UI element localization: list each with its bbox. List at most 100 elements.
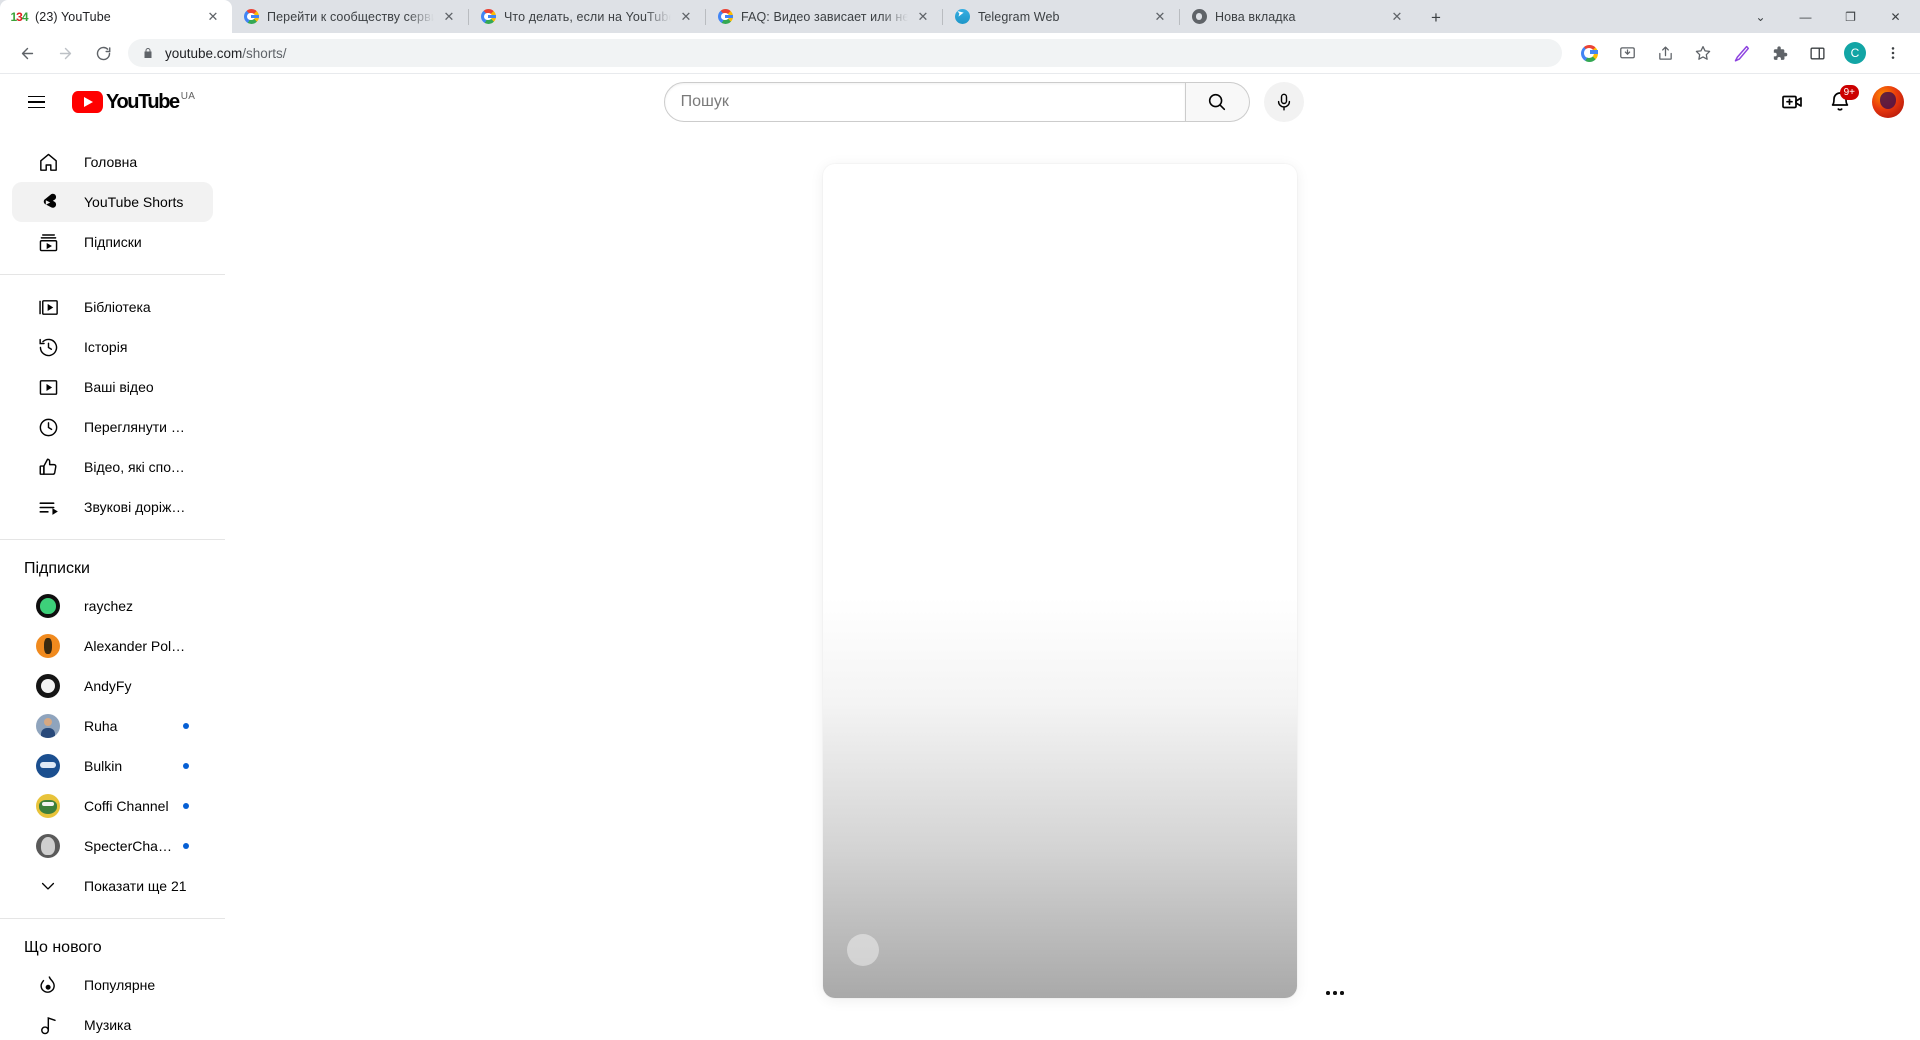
search-box[interactable] xyxy=(663,82,1186,122)
address-bar[interactable]: youtube.com/shorts/ xyxy=(128,39,1562,67)
url-host: youtube.com xyxy=(165,45,243,61)
shorts-loading-gradient xyxy=(823,597,1297,998)
youtube-counter-icon: 134 xyxy=(10,9,28,24)
sidebar-item-label: Популярне xyxy=(84,977,156,993)
youtube-play-icon xyxy=(72,91,103,113)
tab-close-icon[interactable]: ✕ xyxy=(677,8,695,26)
browser-tab-community[interactable]: Перейти к сообществу сервиса ✕ xyxy=(232,0,468,33)
country-code: UA xyxy=(180,91,196,102)
back-icon[interactable] xyxy=(13,39,41,67)
browser-chrome: 134 (23) YouTube ✕ Перейти к сообществу … xyxy=(0,0,1920,74)
browser-tab-telegram[interactable]: Telegram Web ✕ xyxy=(943,0,1179,33)
sidebar-item-trending[interactable]: Популярне xyxy=(12,965,213,1005)
search-button[interactable] xyxy=(1185,82,1250,122)
avatar: C xyxy=(1844,42,1866,64)
tab-close-icon[interactable]: ✕ xyxy=(440,8,458,26)
tab-close-icon[interactable]: ✕ xyxy=(204,8,222,26)
sidebar-item-label: Звукові доріжки з … xyxy=(84,499,189,515)
avatar xyxy=(36,634,60,658)
sidebar-item-liked-videos[interactable]: Відео, які сподоба… xyxy=(12,447,213,487)
sidebar-item-channel-coffi[interactable]: Coffi Channel xyxy=(12,786,213,826)
masthead-center xyxy=(195,82,1772,122)
new-tab-button[interactable]: + xyxy=(1422,3,1450,31)
shorts-icon xyxy=(36,190,60,214)
sidebar-item-history[interactable]: Історія xyxy=(12,327,213,367)
browser-tab-newtab[interactable]: Нова вкладка ✕ xyxy=(1180,0,1416,33)
guide-menu-icon[interactable] xyxy=(16,82,56,122)
bookmark-star-icon[interactable] xyxy=(1689,39,1717,67)
sidebar-divider xyxy=(0,274,225,275)
sidebar-item-watch-later[interactable]: Переглянути пізні… xyxy=(12,407,213,447)
extensions-puzzle-icon[interactable] xyxy=(1765,39,1793,67)
sidebar-item-label: Ваші відео xyxy=(84,379,154,395)
watch-later-icon xyxy=(36,415,60,439)
shorts-stage xyxy=(225,130,1920,1040)
notifications-icon[interactable]: 9+ xyxy=(1820,82,1860,122)
url-path: /shorts/ xyxy=(242,45,287,61)
sidebar-item-music[interactable]: Музика xyxy=(12,1005,213,1040)
sidebar-item-channel-andyfy[interactable]: AndyFy xyxy=(12,666,213,706)
sidebar-item-library[interactable]: Бібліотека xyxy=(12,287,213,327)
sidebar-item-channel-bulkin[interactable]: Bulkin xyxy=(12,746,213,786)
reload-icon[interactable] xyxy=(89,39,117,67)
sidebar-show-more-button[interactable]: Показати ще 21 xyxy=(12,866,213,906)
sidebar-item-label: SpecterChannel xyxy=(84,838,175,854)
sidebar-item-your-videos[interactable]: Ваші відео xyxy=(12,367,213,407)
chrome-menu-icon[interactable] xyxy=(1879,39,1907,67)
sidebar-item-subscriptions[interactable]: Підписки xyxy=(12,222,213,262)
sidebar-item-shorts[interactable]: YouTube Shorts xyxy=(12,182,213,222)
voice-search-button[interactable] xyxy=(1263,82,1304,122)
masthead-start: YouTube UA xyxy=(16,82,195,122)
browser-tab-whattodo[interactable]: Что делать, если на YouTube по ✕ xyxy=(469,0,705,33)
tab-search-icon[interactable]: ⌄ xyxy=(1738,1,1783,33)
close-window-button[interactable]: ✕ xyxy=(1873,1,1918,33)
history-icon xyxy=(36,335,60,359)
side-panel-icon[interactable] xyxy=(1803,39,1831,67)
pen-annotate-icon[interactable] xyxy=(1727,39,1755,67)
sidebar-item-channel-alexander-polyak[interactable]: Alexander PolyAK xyxy=(12,626,213,666)
sidebar-item-channel-specter[interactable]: SpecterChannel xyxy=(12,826,213,866)
google-lens-icon[interactable] xyxy=(1575,39,1603,67)
youtube-wordmark: YouTube xyxy=(106,91,180,113)
forward-icon[interactable] xyxy=(51,39,79,67)
youtube-logo[interactable]: YouTube UA xyxy=(72,91,195,113)
sidebar-item-playlist[interactable]: Звукові доріжки з … xyxy=(12,487,213,527)
site-information-icon[interactable] xyxy=(142,47,154,59)
tab-close-icon[interactable]: ✕ xyxy=(1388,8,1406,26)
minimize-button[interactable]: — xyxy=(1783,1,1828,33)
sidebar-item-label: raychez xyxy=(84,598,134,614)
maximize-button[interactable]: ❐ xyxy=(1828,1,1873,33)
share-icon[interactable] xyxy=(1651,39,1679,67)
tab-title: Нова вкладка xyxy=(1215,9,1296,24)
sidebar-item-label: Історія xyxy=(84,339,128,355)
tab-title: Telegram Web xyxy=(978,9,1060,24)
guide-sidebar[interactable]: Головна YouTube Shorts Підписки Бібліоте… xyxy=(0,130,225,1040)
sidebar-divider xyxy=(0,918,225,919)
google-icon xyxy=(480,9,496,25)
sidebar-item-label: Bulkin xyxy=(84,758,123,774)
tab-close-icon[interactable]: ✕ xyxy=(1151,8,1169,26)
sidebar-item-channel-ruha[interactable]: Ruha xyxy=(12,706,213,746)
tab-close-icon[interactable]: ✕ xyxy=(914,8,932,26)
create-video-icon[interactable] xyxy=(1772,82,1812,122)
search-input[interactable] xyxy=(680,83,1185,121)
browser-tab-youtube[interactable]: 134 (23) YouTube ✕ xyxy=(0,0,232,33)
account-avatar[interactable] xyxy=(1872,86,1904,118)
youtube-body: Головна YouTube Shorts Підписки Бібліоте… xyxy=(0,130,1920,1040)
install-app-icon[interactable] xyxy=(1613,39,1641,67)
tab-title: Что делать, если на YouTube по xyxy=(504,9,671,24)
tab-title: FAQ: Видео зависает или не з xyxy=(741,9,908,24)
sidebar-item-label: Coffi Channel xyxy=(84,798,169,814)
sidebar-item-label: AndyFy xyxy=(84,678,132,694)
more-actions-icon[interactable] xyxy=(1317,975,1353,1011)
telegram-icon xyxy=(954,9,970,25)
sidebar-item-label: Головна xyxy=(84,154,138,170)
sidebar-item-home[interactable]: Головна xyxy=(12,142,213,182)
sidebar-item-label: Ruha xyxy=(84,718,118,734)
profile-avatar-button[interactable]: C xyxy=(1841,39,1869,67)
sidebar-item-label: Переглянути пізні… xyxy=(84,419,189,435)
shorts-video-placeholder[interactable] xyxy=(823,164,1297,998)
browser-tab-faq[interactable]: FAQ: Видео зависает или не з ✕ xyxy=(706,0,942,33)
sidebar-item-channel-raychez[interactable]: raychez xyxy=(12,586,213,626)
new-content-dot xyxy=(183,763,189,769)
